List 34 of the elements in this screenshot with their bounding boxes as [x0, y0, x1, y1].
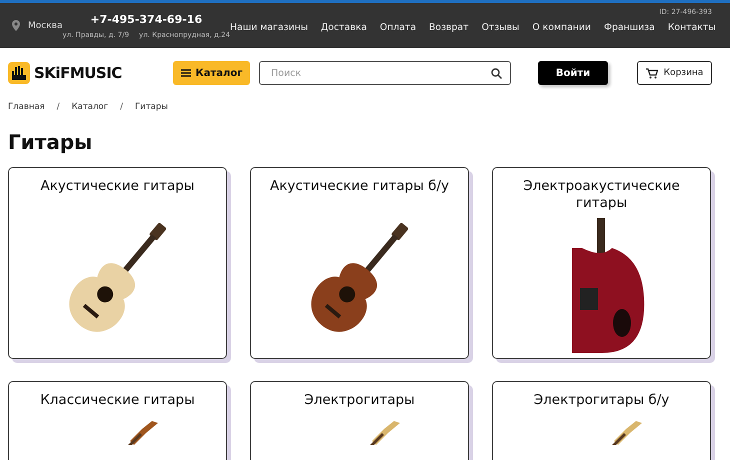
nav-link[interactable]: Контакты — [668, 22, 716, 33]
nav-link[interactable]: Доставка — [320, 22, 367, 33]
category-title: Акустические гитары б/у — [270, 178, 450, 195]
breadcrumb-separator: / — [120, 102, 123, 112]
category-title: Электроакустические гитары — [522, 178, 681, 212]
guitar-headstock-drawing — [370, 421, 400, 445]
breadcrumb-link[interactable]: Главная — [8, 102, 45, 112]
login-button[interactable]: Войти — [538, 61, 608, 85]
nav-link[interactable]: Наши магазины — [230, 22, 308, 33]
nav-link[interactable]: Оплата — [380, 22, 416, 33]
search-field[interactable]: Поиск — [259, 61, 511, 85]
nav-link[interactable]: Отзывы — [482, 22, 520, 33]
logo-text[interactable]: SKiFMUSIC — [34, 64, 122, 82]
category-title: Электрогитары — [304, 392, 415, 409]
breadcrumb-separator: / — [56, 102, 60, 112]
cart-icon — [646, 68, 658, 78]
guitar-headstock-drawing — [612, 421, 642, 445]
nav-link[interactable]: Франшиза — [604, 22, 655, 33]
menu-icon — [180, 69, 191, 77]
city-label[interactable]: Москва — [28, 20, 62, 30]
category-title: Классические гитары — [40, 392, 195, 409]
nav-link[interactable]: О компании — [532, 22, 591, 33]
location-pin-icon — [12, 20, 20, 31]
phone-number[interactable]: +7-495-374-69-16 — [90, 12, 202, 26]
search-icon[interactable] — [491, 68, 502, 78]
category-title: Акустические гитары — [40, 178, 194, 195]
nav-link[interactable]: Возврат — [429, 22, 469, 33]
page-title: Гитары — [8, 130, 94, 154]
cart-button[interactable]: Корзина — [637, 61, 712, 85]
catalog-button[interactable]: Каталог — [173, 61, 250, 85]
logo-icon — [8, 62, 30, 84]
guitar-headstock-drawing — [128, 421, 158, 445]
breadcrumb-link[interactable]: Каталог — [72, 102, 108, 112]
category-title: Электрогитары б/у — [534, 392, 670, 409]
